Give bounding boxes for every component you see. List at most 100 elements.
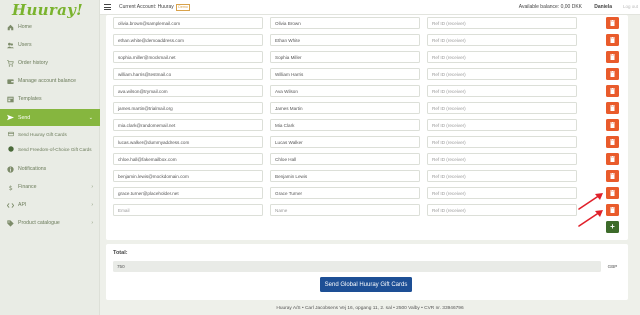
name-field[interactable]: Name bbox=[270, 204, 420, 216]
total-value: 750 bbox=[113, 261, 601, 272]
email-field[interactable]: ethan.white@demoaddress.com bbox=[113, 34, 263, 46]
total-card: Total: 750 GBP Send Global Huuray Gift C… bbox=[106, 244, 628, 300]
chevron-right-icon: › bbox=[91, 220, 93, 226]
name-field[interactable]: William Harris bbox=[270, 68, 420, 80]
sidebar-item-label: Users bbox=[18, 42, 32, 48]
ref-id-field[interactable]: Ref ID (receiver) bbox=[427, 68, 577, 80]
svg-text:$: $ bbox=[8, 184, 12, 190]
ref-id-field[interactable]: Ref ID (receiver) bbox=[427, 51, 577, 63]
name-field[interactable]: Ethan White bbox=[270, 34, 420, 46]
email-field[interactable]: olivia.brown@samplemail.com bbox=[113, 17, 263, 29]
trash-icon bbox=[610, 139, 615, 145]
users-icon bbox=[6, 41, 14, 49]
recipient-row: lucas.walker@dummyaddress.com Lucas Walk… bbox=[106, 136, 628, 149]
ref-id-field[interactable]: Ref ID (receiver) bbox=[427, 102, 577, 114]
email-field[interactable]: chloe.hall@fakemailbox.com bbox=[113, 153, 263, 165]
name-field[interactable]: Benjamin Lewis bbox=[270, 170, 420, 182]
delete-row-button[interactable] bbox=[606, 17, 619, 29]
ref-id-field[interactable]: Ref ID (receiver) bbox=[427, 153, 577, 165]
name-field[interactable]: James Martin bbox=[270, 102, 420, 114]
email-field[interactable]: lucas.walker@dummyaddress.com bbox=[113, 136, 263, 148]
name-field[interactable]: Lucas Walker bbox=[270, 136, 420, 148]
email-field[interactable]: sophia.miller@mockmail.net bbox=[113, 51, 263, 63]
name-field[interactable]: Ava Wilson bbox=[270, 85, 420, 97]
trash-icon bbox=[610, 156, 615, 162]
email-field[interactable]: Email bbox=[113, 204, 263, 216]
sidebar-item-users[interactable]: Users bbox=[0, 37, 100, 53]
sidebar-subitem-send-huuray-gift-cards[interactable]: Send Huuray Gift Cards bbox=[0, 127, 100, 141]
delete-row-button[interactable] bbox=[606, 51, 619, 63]
sidebar-item-manage-account-balance[interactable]: Manage account balance bbox=[0, 73, 100, 89]
sidebar-item-order-history[interactable]: Order history bbox=[0, 55, 100, 71]
send-gift-cards-button[interactable]: Send Global Huuray Gift Cards bbox=[320, 277, 412, 292]
email-field[interactable]: benjamin.lewis@mockdomain.com bbox=[113, 170, 263, 182]
add-row-button[interactable]: + bbox=[606, 221, 619, 233]
delete-row-button[interactable] bbox=[606, 153, 619, 165]
recipient-row: chloe.hall@fakemailbox.com Chloe Hall Re… bbox=[106, 153, 628, 166]
delete-row-button[interactable] bbox=[606, 34, 619, 46]
sidebar-item-notifications[interactable]: Notifications bbox=[0, 161, 100, 177]
email-field[interactable]: mia.clark@randomemail.net bbox=[113, 119, 263, 131]
recipient-row: sophia.miller@mockmail.net Sophia Miller… bbox=[106, 51, 628, 64]
ref-id-field[interactable]: Ref ID (receiver) bbox=[427, 187, 577, 199]
delete-row-button[interactable] bbox=[606, 102, 619, 114]
name-field[interactable]: Chloe Hall bbox=[270, 153, 420, 165]
ref-id-field[interactable]: Ref ID (receiver) bbox=[427, 204, 577, 216]
email-field[interactable]: james.martin@trialmail.org bbox=[113, 102, 263, 114]
chevron-right-icon: › bbox=[91, 184, 93, 190]
current-account-label: Current Account: Huuray bbox=[119, 4, 174, 10]
email-field[interactable]: william.harris@testmail.co bbox=[113, 68, 263, 80]
sidebar-item-send[interactable]: Send ⌄ bbox=[0, 109, 100, 126]
recipient-row: olivia.brown@samplemail.com Olivia Brown… bbox=[106, 17, 628, 30]
sidebar-item-finance[interactable]: $ Finance › bbox=[0, 179, 100, 195]
user-menu[interactable]: Daniela bbox=[594, 4, 612, 10]
ref-id-field[interactable]: Ref ID (receiver) bbox=[427, 34, 577, 46]
recipient-row: grace.turner@placeholder.net Grace Turne… bbox=[106, 187, 628, 200]
home-icon bbox=[6, 23, 14, 31]
sidebar-item-label: Send bbox=[18, 114, 31, 121]
sidebar-item-label: Manage account balance bbox=[18, 78, 76, 84]
sidebar-subitem-send-freedom-of-choice-gift-cards[interactable]: Send Freedom-of-Choice Gift Cards bbox=[0, 142, 100, 156]
sidebar-item-label: Send Freedom-of-Choice Gift Cards bbox=[18, 146, 92, 152]
sidebar-item-templates[interactable]: Templates bbox=[0, 91, 100, 107]
delete-row-button[interactable] bbox=[606, 136, 619, 148]
tag-icon bbox=[6, 219, 14, 227]
delete-row-button[interactable] bbox=[606, 68, 619, 80]
available-balance: Available balance: 0,00 DKK bbox=[518, 4, 582, 10]
sidebar-item-label: Home bbox=[18, 24, 32, 30]
name-field[interactable]: Sophia Miller bbox=[270, 51, 420, 63]
name-field[interactable]: Olivia Brown bbox=[270, 17, 420, 29]
ref-id-field[interactable]: Ref ID (receiver) bbox=[427, 119, 577, 131]
delete-row-button[interactable] bbox=[606, 170, 619, 182]
sidebar-item-api[interactable]: API › bbox=[0, 197, 100, 213]
delete-row-button[interactable] bbox=[606, 204, 619, 216]
recipient-row: james.martin@trialmail.org James Martin … bbox=[106, 102, 628, 115]
chevron-right-icon: › bbox=[91, 202, 93, 208]
sidebar-item-home[interactable]: Home bbox=[0, 19, 100, 35]
ref-id-field[interactable]: Ref ID (receiver) bbox=[427, 170, 577, 182]
ref-id-field[interactable]: Ref ID (receiver) bbox=[427, 136, 577, 148]
name-field[interactable]: Grace Turner bbox=[270, 187, 420, 199]
sidebar-item-label: API bbox=[18, 202, 27, 208]
menu-icon[interactable] bbox=[104, 4, 111, 10]
trash-icon bbox=[610, 207, 615, 213]
sidebar-item-label: Order history bbox=[18, 60, 48, 66]
delete-row-button[interactable] bbox=[606, 119, 619, 131]
delete-row-button[interactable] bbox=[606, 187, 619, 199]
email-field[interactable]: grace.turner@placeholder.net bbox=[113, 187, 263, 199]
sidebar-item-label: Finance bbox=[18, 184, 37, 190]
email-field[interactable]: ava.wilson@trymail.com bbox=[113, 85, 263, 97]
recipient-row: ethan.white@demoaddress.com Ethan White … bbox=[106, 34, 628, 47]
name-field[interactable]: Mia Clark bbox=[270, 119, 420, 131]
delete-row-button[interactable] bbox=[606, 85, 619, 97]
huuray-logo[interactable]: Huuray! bbox=[0, 0, 99, 19]
recipient-row: william.harris@testmail.co William Harri… bbox=[106, 68, 628, 81]
ref-id-field[interactable]: Ref ID (receiver) bbox=[427, 85, 577, 97]
ref-id-field[interactable]: Ref ID (receiver) bbox=[427, 17, 577, 29]
trash-icon bbox=[610, 122, 615, 128]
annotation-arrow-add bbox=[578, 210, 603, 227]
total-label: Total: bbox=[113, 250, 128, 256]
logout-link[interactable]: Log out bbox=[623, 4, 638, 9]
sidebar-item-product-catalogue[interactable]: Product catalogue › bbox=[0, 215, 100, 231]
cart-icon bbox=[6, 59, 14, 67]
